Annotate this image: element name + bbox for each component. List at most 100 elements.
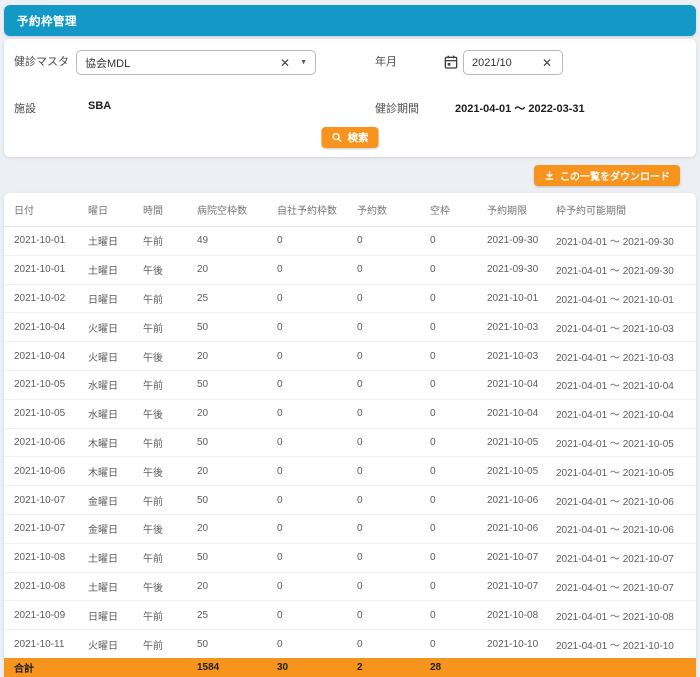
cell-hospital-slots: 50 xyxy=(197,322,277,333)
cell-reservable-period: 2021-04-01 ～ 2021-10-08 xyxy=(556,608,696,623)
cell-reservable-period: 2021-04-01 ～ 2021-09-30 xyxy=(556,233,696,248)
cell-time: 午前 xyxy=(143,493,197,508)
cell-company-slots: 0 xyxy=(277,379,357,390)
cell-reservable-period: 2021-04-01 ～ 2021-09-30 xyxy=(556,262,696,277)
cell-hospital-slots: 20 xyxy=(197,351,277,362)
search-button[interactable]: 検索 xyxy=(322,127,379,148)
cell-reservations: 0 xyxy=(357,408,430,419)
cell-company-slots: 0 xyxy=(277,639,357,650)
facility-value: SBA xyxy=(88,100,111,112)
cell-reservations: 0 xyxy=(357,581,430,592)
table-row: 2021-10-01 土曜日 午後 20 0 0 0 2021-09-30 20… xyxy=(4,256,696,285)
cell-reservable-period: 2021-04-01 ～ 2021-10-10 xyxy=(556,637,696,652)
cell-time: 午後 xyxy=(143,464,197,479)
cell-company-slots: 0 xyxy=(277,408,357,419)
cell-hospital-slots: 50 xyxy=(197,495,277,506)
table-row: 2021-10-04 火曜日 午前 50 0 0 0 2021-10-03 20… xyxy=(4,313,696,342)
cell-time: 午前 xyxy=(143,233,197,248)
month-input-box[interactable]: ✕ xyxy=(463,50,563,75)
clear-icon[interactable]: ✕ xyxy=(278,57,292,69)
cell-deadline: 2021-10-07 xyxy=(487,581,556,592)
download-icon xyxy=(544,170,555,181)
cell-hospital-slots: 25 xyxy=(197,293,277,304)
cell-reservable-period: 2021-04-01 ～ 2021-10-06 xyxy=(556,493,696,508)
cell-weekday: 火曜日 xyxy=(88,349,143,364)
cell-hospital-slots: 20 xyxy=(197,408,277,419)
cell-company-slots: 0 xyxy=(277,552,357,563)
month-input[interactable] xyxy=(472,57,540,69)
col-reservable-period: 枠予約可能期間 xyxy=(556,202,696,217)
cell-company-slots: 0 xyxy=(277,264,357,275)
cell-reservable-period: 2021-04-01 ～ 2021-10-07 xyxy=(556,550,696,565)
table-row: 2021-10-06 木曜日 午後 20 0 0 0 2021-10-05 20… xyxy=(4,457,696,486)
footer-vacant-total: 28 xyxy=(430,662,487,673)
cell-weekday: 土曜日 xyxy=(88,262,143,277)
cell-weekday: 土曜日 xyxy=(88,579,143,594)
cell-reservations: 0 xyxy=(357,639,430,650)
col-date: 日付 xyxy=(14,202,88,217)
cell-vacant: 0 xyxy=(430,552,487,563)
cell-reservations: 0 xyxy=(357,466,430,477)
cell-hospital-slots: 20 xyxy=(197,264,277,275)
cell-weekday: 土曜日 xyxy=(88,550,143,565)
table-row: 2021-10-04 火曜日 午後 20 0 0 0 2021-10-03 20… xyxy=(4,342,696,371)
calendar-icon[interactable] xyxy=(443,54,459,75)
table-row: 2021-10-05 水曜日 午後 20 0 0 0 2021-10-04 20… xyxy=(4,400,696,429)
download-list-button[interactable]: この一覧をダウンロード xyxy=(534,165,680,186)
cell-date: 2021-10-07 xyxy=(14,523,88,534)
cell-date: 2021-10-11 xyxy=(14,639,88,650)
cell-reservations: 0 xyxy=(357,379,430,390)
cell-deadline: 2021-10-03 xyxy=(487,322,556,333)
cell-weekday: 木曜日 xyxy=(88,464,143,479)
cell-vacant: 0 xyxy=(430,235,487,246)
cell-company-slots: 0 xyxy=(277,466,357,477)
cell-reservations: 0 xyxy=(357,437,430,448)
cell-date: 2021-10-06 xyxy=(14,437,88,448)
cell-time: 午後 xyxy=(143,262,197,277)
cell-weekday: 水曜日 xyxy=(88,377,143,392)
cell-deadline: 2021-10-01 xyxy=(487,293,556,304)
cell-time: 午前 xyxy=(143,320,197,335)
page-header: 予約枠管理 xyxy=(4,5,696,36)
cell-date: 2021-10-01 xyxy=(14,264,88,275)
cell-vacant: 0 xyxy=(430,610,487,621)
cell-reservations: 0 xyxy=(357,322,430,333)
col-weekday: 曜日 xyxy=(88,202,143,217)
chevron-down-icon[interactable]: ▼ xyxy=(300,59,307,66)
cell-company-slots: 0 xyxy=(277,495,357,506)
table-row: 2021-10-11 火曜日 午前 50 0 0 0 2021-10-10 20… xyxy=(4,630,696,658)
month-label: 年月 xyxy=(375,50,397,75)
cell-date: 2021-10-01 xyxy=(14,235,88,246)
cell-reservations: 0 xyxy=(357,264,430,275)
cell-vacant: 0 xyxy=(430,264,487,275)
table-row: 2021-10-07 金曜日 午前 50 0 0 0 2021-10-06 20… xyxy=(4,486,696,515)
cell-time: 午後 xyxy=(143,579,197,594)
cell-deadline: 2021-09-30 xyxy=(487,264,556,275)
cell-date: 2021-10-09 xyxy=(14,610,88,621)
footer-hospital-total: 1584 xyxy=(197,662,277,673)
cell-vacant: 0 xyxy=(430,351,487,362)
clear-icon[interactable]: ✕ xyxy=(540,57,554,69)
cell-weekday: 金曜日 xyxy=(88,493,143,508)
cell-hospital-slots: 20 xyxy=(197,523,277,534)
col-vacant: 空枠 xyxy=(430,202,487,217)
cell-reservations: 0 xyxy=(357,351,430,362)
col-reservations: 予約数 xyxy=(357,202,430,217)
cell-weekday: 土曜日 xyxy=(88,233,143,248)
cell-reservable-period: 2021-04-01 ～ 2021-10-04 xyxy=(556,406,696,421)
cell-reservable-period: 2021-04-01 ～ 2021-10-03 xyxy=(556,349,696,364)
table-row: 2021-10-05 水曜日 午前 50 0 0 0 2021-10-04 20… xyxy=(4,371,696,400)
cell-time: 午前 xyxy=(143,550,197,565)
cell-vacant: 0 xyxy=(430,523,487,534)
cell-weekday: 火曜日 xyxy=(88,637,143,652)
cell-company-slots: 0 xyxy=(277,523,357,534)
master-select-input[interactable] xyxy=(85,57,278,69)
table-row: 2021-10-01 土曜日 午前 49 0 0 0 2021-09-30 20… xyxy=(4,227,696,256)
cell-reservable-period: 2021-04-01 ～ 2021-10-06 xyxy=(556,521,696,536)
cell-hospital-slots: 50 xyxy=(197,437,277,448)
cell-vacant: 0 xyxy=(430,581,487,592)
table-row: 2021-10-08 土曜日 午前 50 0 0 0 2021-10-07 20… xyxy=(4,544,696,573)
cell-hospital-slots: 50 xyxy=(197,379,277,390)
master-select[interactable]: ✕ ▼ xyxy=(76,50,316,75)
cell-hospital-slots: 49 xyxy=(197,235,277,246)
